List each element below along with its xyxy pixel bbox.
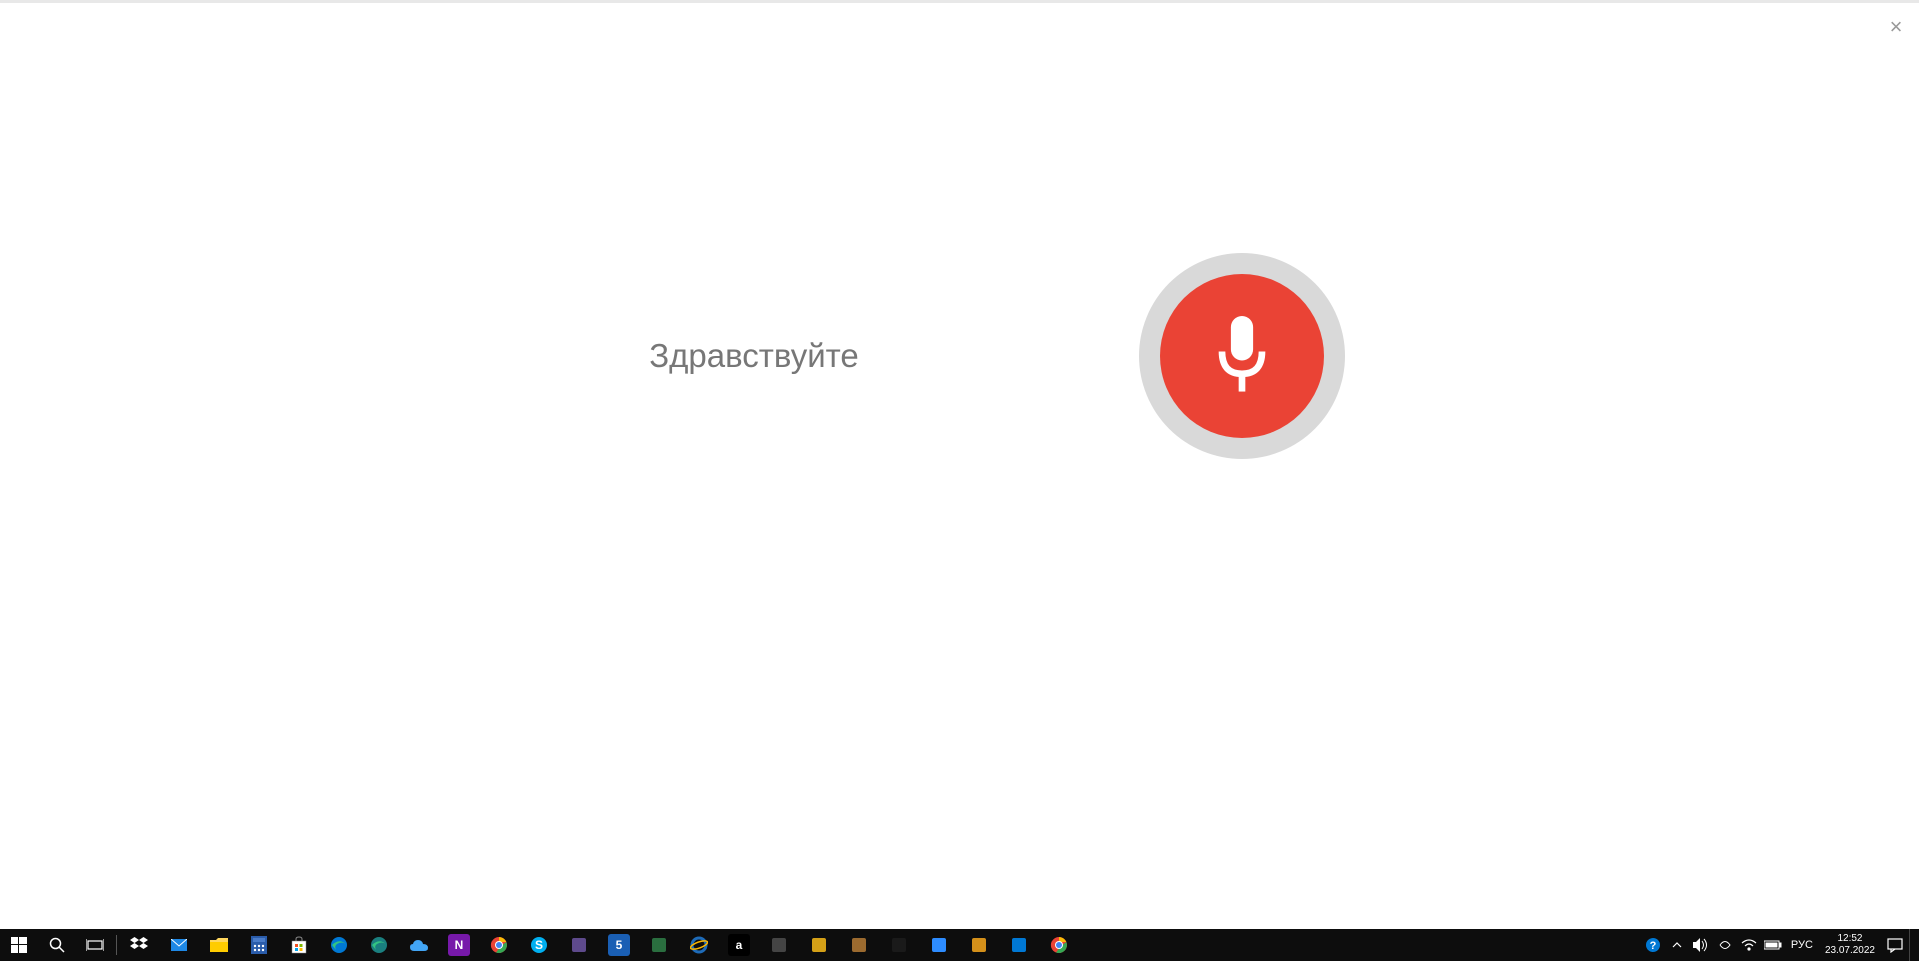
svg-text:S: S xyxy=(535,938,543,952)
app3-icon xyxy=(648,934,670,956)
taskbar-app-app5[interactable] xyxy=(799,929,839,961)
task-view-icon xyxy=(86,938,104,952)
taskbar-separator xyxy=(116,935,117,955)
tray-time: 12:52 xyxy=(1837,933,1862,945)
taskbar-app-app7[interactable] xyxy=(879,929,919,961)
edge-icon xyxy=(328,934,350,956)
taskbar-app-app3[interactable] xyxy=(639,929,679,961)
amazon-icon: a xyxy=(728,934,750,956)
tray-language[interactable]: РУС xyxy=(1785,939,1819,951)
taskbar-app-chrome[interactable] xyxy=(479,929,519,961)
taskbar-app-internet-explorer[interactable] xyxy=(679,929,719,961)
chrome-icon xyxy=(488,934,510,956)
svg-text:?: ? xyxy=(1650,940,1657,952)
chevron-up-icon xyxy=(1672,942,1682,948)
taskbar-app-edge[interactable] xyxy=(319,929,359,961)
tray-app-icon xyxy=(1718,938,1732,952)
taskbar-app-app10[interactable] xyxy=(999,929,1039,961)
taskbar-app-chrome2[interactable] xyxy=(1039,929,1079,961)
edge-dev-icon xyxy=(368,934,390,956)
app2-icon: 5 xyxy=(608,934,630,956)
start-button[interactable] xyxy=(0,929,38,961)
taskbar-apps: N S 5 a xyxy=(119,929,1641,961)
voice-search-container: Здравствуйте xyxy=(0,3,1919,929)
windows-icon xyxy=(11,937,27,953)
microphone-button[interactable] xyxy=(1139,253,1345,459)
wifi-icon xyxy=(1741,939,1757,951)
search-button[interactable] xyxy=(38,929,76,961)
taskbar-left xyxy=(0,929,119,961)
mail-icon xyxy=(168,934,190,956)
taskbar-app-microsoft-store[interactable] xyxy=(279,929,319,961)
app10-icon xyxy=(1008,934,1030,956)
app4-icon xyxy=(768,934,790,956)
taskbar-app-cloud-app[interactable] xyxy=(399,929,439,961)
taskbar-right: ? xyxy=(1641,929,1919,961)
action-center-icon xyxy=(1887,937,1903,953)
taskbar-app-app9[interactable] xyxy=(959,929,999,961)
app6-icon xyxy=(848,934,870,956)
taskbar-app-app1[interactable] xyxy=(559,929,599,961)
taskbar-app-onenote[interactable]: N xyxy=(439,929,479,961)
app1-icon xyxy=(568,934,590,956)
voice-prompt-text: Здравствуйте xyxy=(649,337,859,375)
taskbar-app-skype[interactable]: S xyxy=(519,929,559,961)
skype-icon: S xyxy=(528,934,550,956)
task-view-button[interactable] xyxy=(76,929,114,961)
taskbar-app-file-explorer[interactable] xyxy=(199,929,239,961)
battery-icon xyxy=(1764,940,1782,950)
taskbar-app-dropbox[interactable] xyxy=(119,929,159,961)
taskbar-app-amazon[interactable]: a xyxy=(719,929,759,961)
microphone-button-inner xyxy=(1160,274,1324,438)
tray-clock[interactable]: 12:52 23.07.2022 xyxy=(1819,933,1881,957)
show-desktop-button[interactable] xyxy=(1909,929,1915,961)
taskbar-app-app8[interactable] xyxy=(919,929,959,961)
onenote-icon: N xyxy=(448,934,470,956)
tray-date: 23.07.2022 xyxy=(1825,945,1875,957)
app7-icon xyxy=(888,934,910,956)
app9-icon xyxy=(968,934,990,956)
search-icon xyxy=(49,937,65,953)
tray-app[interactable] xyxy=(1713,929,1737,961)
taskbar-app-app2[interactable]: 5 xyxy=(599,929,639,961)
tray-wifi[interactable] xyxy=(1737,929,1761,961)
app8-icon xyxy=(928,934,950,956)
cloud-app-icon xyxy=(408,934,430,956)
taskbar-app-calculator[interactable] xyxy=(239,929,279,961)
taskbar-app-app4[interactable] xyxy=(759,929,799,961)
help-icon: ? xyxy=(1645,937,1661,953)
tray-volume[interactable] xyxy=(1689,929,1713,961)
dropbox-icon xyxy=(128,934,150,956)
tray-help-icon[interactable]: ? xyxy=(1641,929,1665,961)
chrome2-icon xyxy=(1048,934,1070,956)
internet-explorer-icon xyxy=(688,934,710,956)
microsoft-store-icon xyxy=(288,934,310,956)
taskbar-app-edge-dev[interactable] xyxy=(359,929,399,961)
file-explorer-icon xyxy=(208,934,230,956)
taskbar-app-mail[interactable] xyxy=(159,929,199,961)
tray-action-center[interactable] xyxy=(1881,929,1909,961)
taskbar-app-app6[interactable] xyxy=(839,929,879,961)
calculator-icon xyxy=(248,934,270,956)
taskbar: N S 5 a ? xyxy=(0,929,1919,961)
volume-icon xyxy=(1693,938,1709,952)
tray-chevron-up[interactable] xyxy=(1665,929,1689,961)
microphone-icon xyxy=(1214,316,1270,396)
voice-content: Здравствуйте xyxy=(649,253,1345,459)
tray-battery[interactable] xyxy=(1761,929,1785,961)
app5-icon xyxy=(808,934,830,956)
